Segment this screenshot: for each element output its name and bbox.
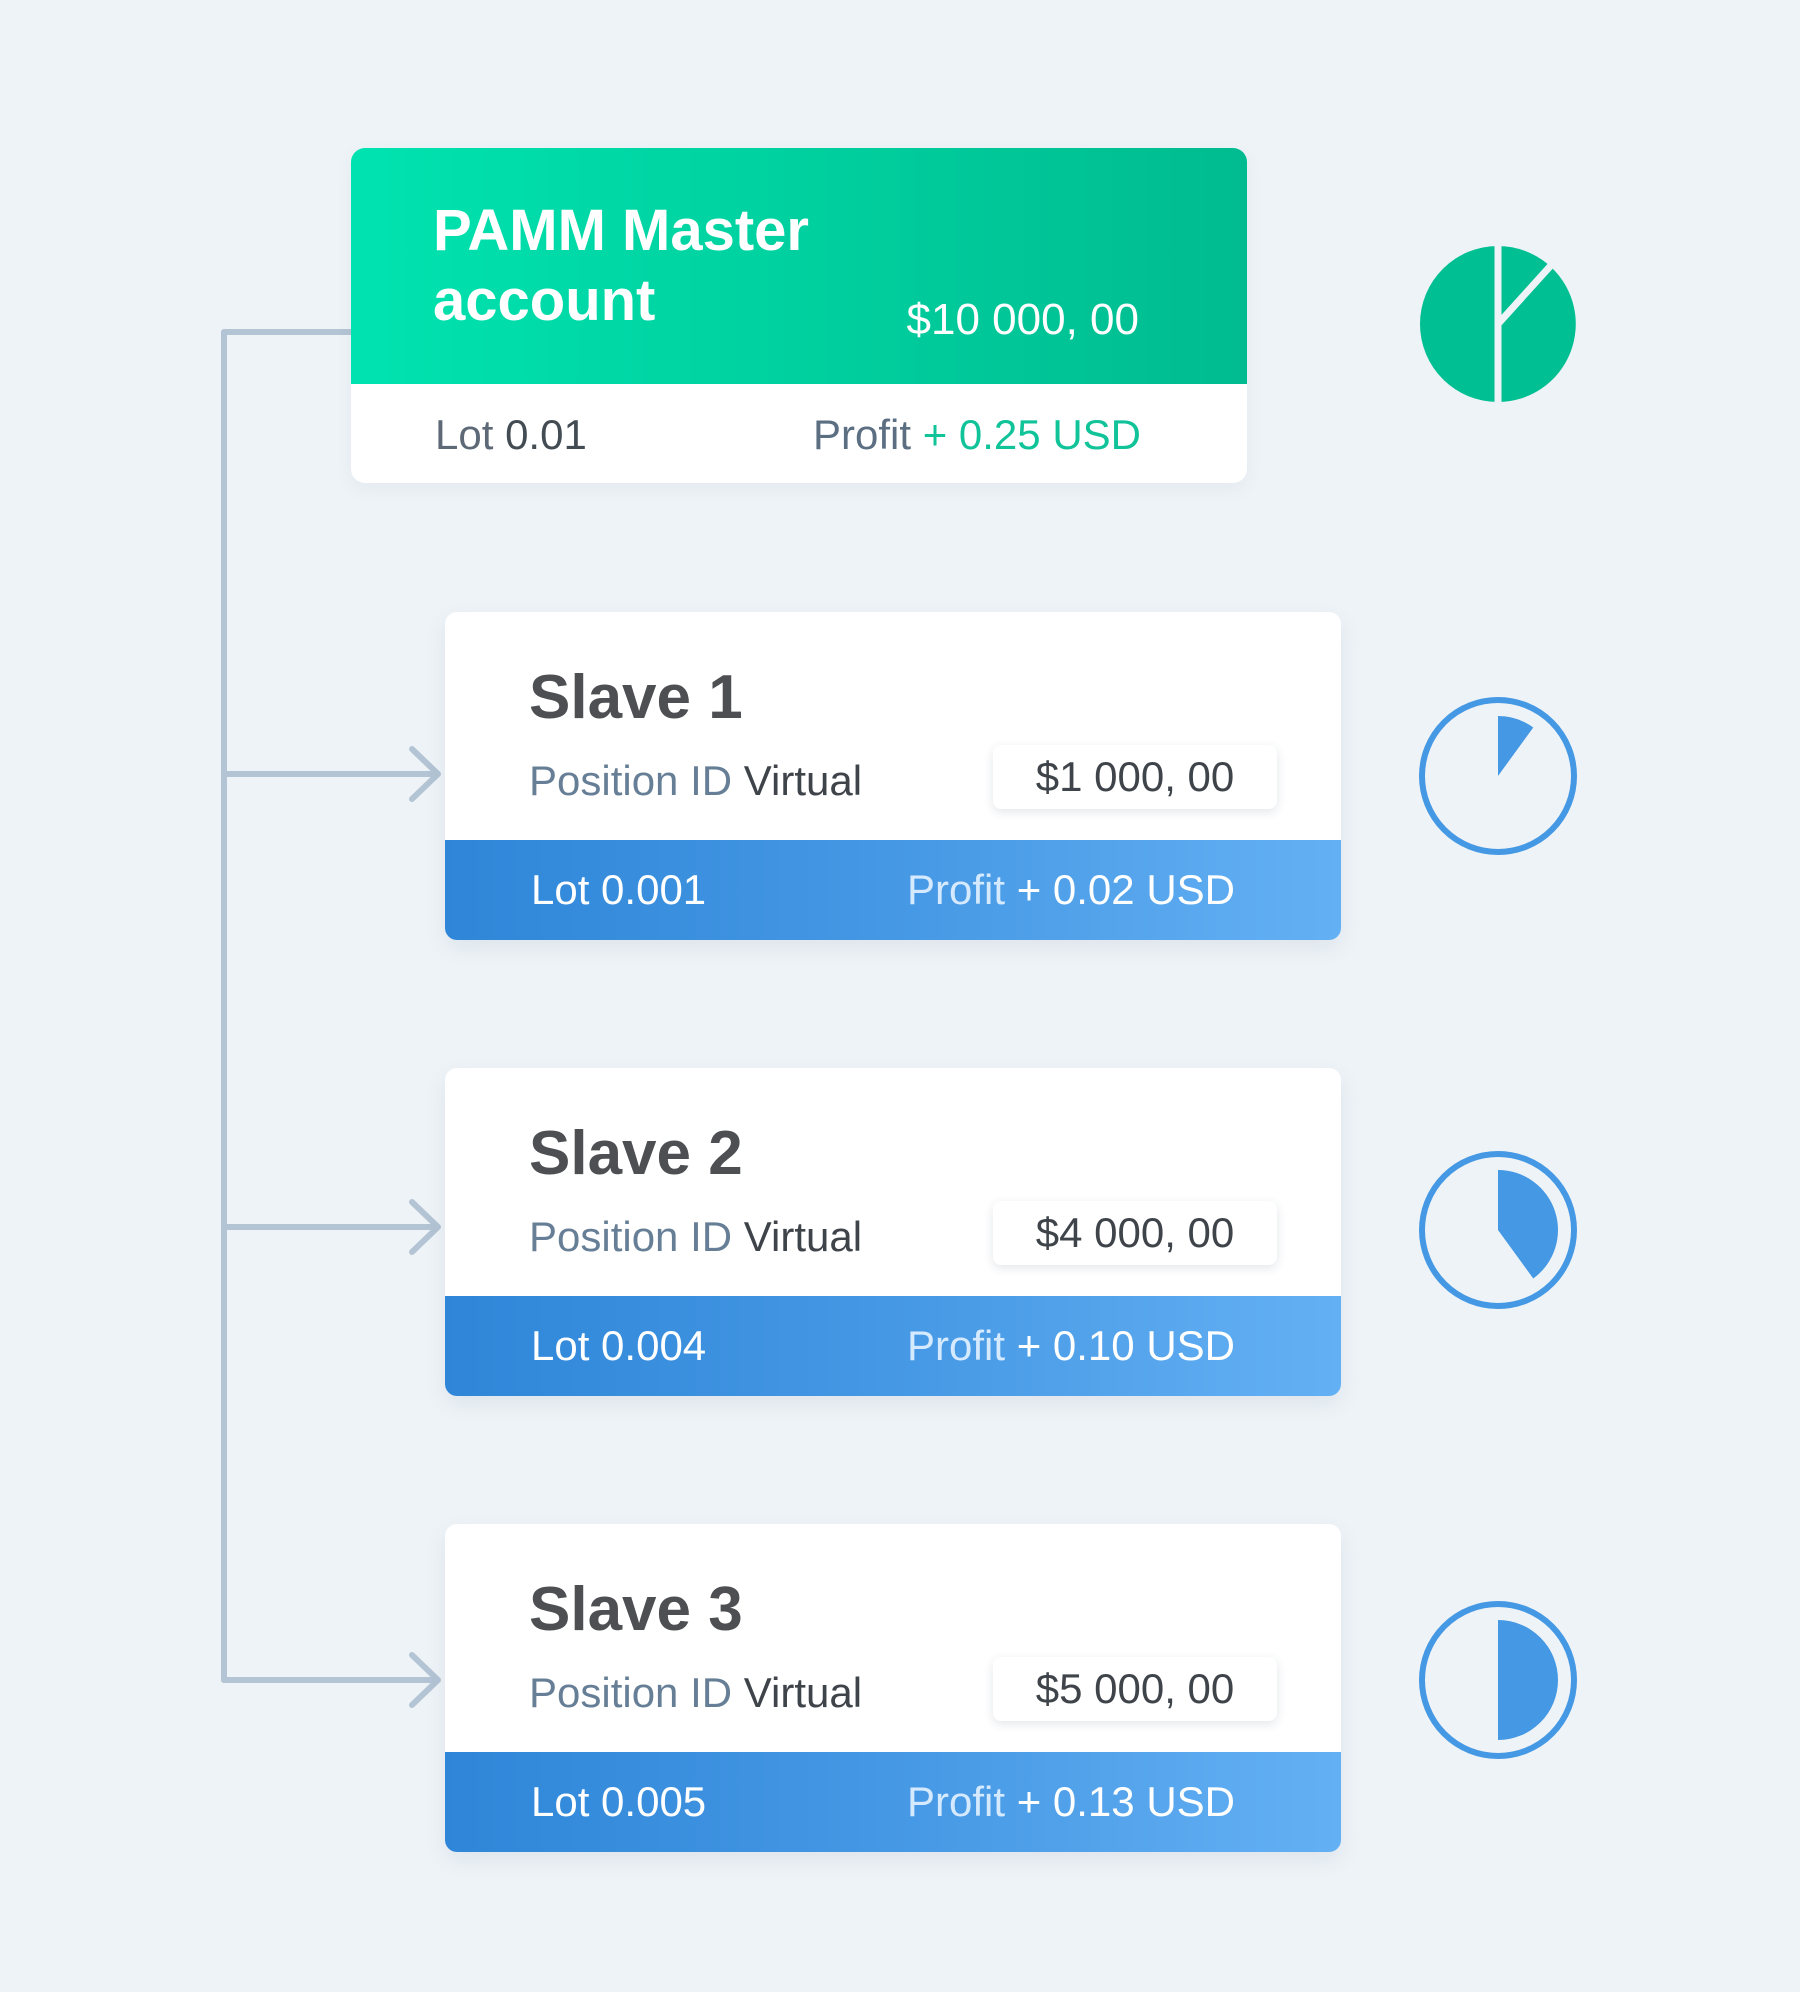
slave-position-id: Position ID Virtual bbox=[529, 1668, 862, 1718]
master-lot-label: Lot bbox=[435, 411, 494, 458]
master-profit: Profit + 0.25 USD bbox=[813, 410, 1141, 460]
slave-profit-label: Profit bbox=[907, 1778, 1006, 1825]
master-card-header: PAMM Master account $10 000, 00 bbox=[351, 148, 1247, 384]
master-title: PAMM Master account bbox=[433, 198, 809, 333]
master-card-footer: Lot 0.01 Profit + 0.25 USD bbox=[351, 384, 1247, 483]
pie-chart-split-icon bbox=[1420, 244, 1576, 404]
share-10-percent-icon bbox=[1419, 697, 1577, 855]
connector-trunk bbox=[221, 329, 354, 1683]
slave-title: Slave 3 bbox=[529, 1575, 743, 1644]
master-lot: Lot 0.01 bbox=[435, 410, 587, 460]
slave-lot: Lot 0.004 bbox=[531, 1322, 707, 1369]
slave-lot: Lot 0.005 bbox=[531, 1778, 707, 1825]
position-id-label: Position ID bbox=[529, 1213, 733, 1260]
slave-position-id: Position ID Virtual bbox=[529, 1212, 862, 1262]
slave-position-id: Position ID Virtual bbox=[529, 756, 862, 806]
master-amount: $10 000, 00 bbox=[906, 295, 1139, 344]
slave-profit: Profit + 0.13 USD bbox=[907, 1776, 1235, 1828]
position-id-value: Virtual bbox=[743, 757, 863, 804]
slave-amount: $5 000, 00 bbox=[993, 1657, 1277, 1721]
slave-title: Slave 1 bbox=[529, 663, 743, 732]
position-id-value: Virtual bbox=[743, 1213, 863, 1260]
slave-card-3: Slave 3 Position ID Virtual $5 000, 00 L… bbox=[445, 1524, 1341, 1852]
slave-card-footer: Lot 0.005 Profit + 0.13 USD bbox=[445, 1752, 1341, 1852]
share-slice bbox=[1498, 1170, 1559, 1279]
slave-card-1: Slave 1 Position ID Virtual $1 000, 00 L… bbox=[445, 612, 1341, 940]
master-profit-label: Profit bbox=[813, 411, 912, 458]
slave-profit-label: Profit bbox=[907, 866, 1006, 913]
share-40-percent-icon bbox=[1419, 1151, 1577, 1309]
slave-lot: Lot 0.001 bbox=[531, 866, 707, 913]
slave-card-footer: Lot 0.001 Profit + 0.02 USD bbox=[445, 840, 1341, 940]
share-slice bbox=[1498, 1620, 1558, 1740]
slave-profit: Profit + 0.02 USD bbox=[907, 864, 1235, 916]
slave-profit-value: + 0.02 USD bbox=[1016, 866, 1235, 913]
master-profit-value: + 0.25 USD bbox=[922, 411, 1141, 458]
slave-amount: $4 000, 00 bbox=[993, 1201, 1277, 1265]
position-id-label: Position ID bbox=[529, 1669, 733, 1716]
master-account-card: PAMM Master account $10 000, 00 Lot 0.01… bbox=[351, 148, 1247, 483]
slave-card-footer: Lot 0.004 Profit + 0.10 USD bbox=[445, 1296, 1341, 1396]
slave-profit-value: + 0.13 USD bbox=[1016, 1778, 1235, 1825]
slave-profit-value: + 0.10 USD bbox=[1016, 1322, 1235, 1369]
pamm-diagram: PAMM Master account $10 000, 00 Lot 0.01… bbox=[0, 0, 1800, 1992]
slave-profit-label: Profit bbox=[907, 1322, 1006, 1369]
position-id-value: Virtual bbox=[743, 1669, 863, 1716]
share-50-percent-icon bbox=[1419, 1601, 1577, 1759]
slave-card-2: Slave 2 Position ID Virtual $4 000, 00 L… bbox=[445, 1068, 1341, 1396]
share-slice bbox=[1498, 716, 1534, 776]
position-id-label: Position ID bbox=[529, 757, 733, 804]
slave-amount: $1 000, 00 bbox=[993, 745, 1277, 809]
master-lot-value: 0.01 bbox=[505, 411, 587, 458]
slave-title: Slave 2 bbox=[529, 1119, 743, 1188]
pie-chart-large-slice bbox=[1420, 246, 1498, 402]
slave-profit: Profit + 0.10 USD bbox=[907, 1320, 1235, 1372]
